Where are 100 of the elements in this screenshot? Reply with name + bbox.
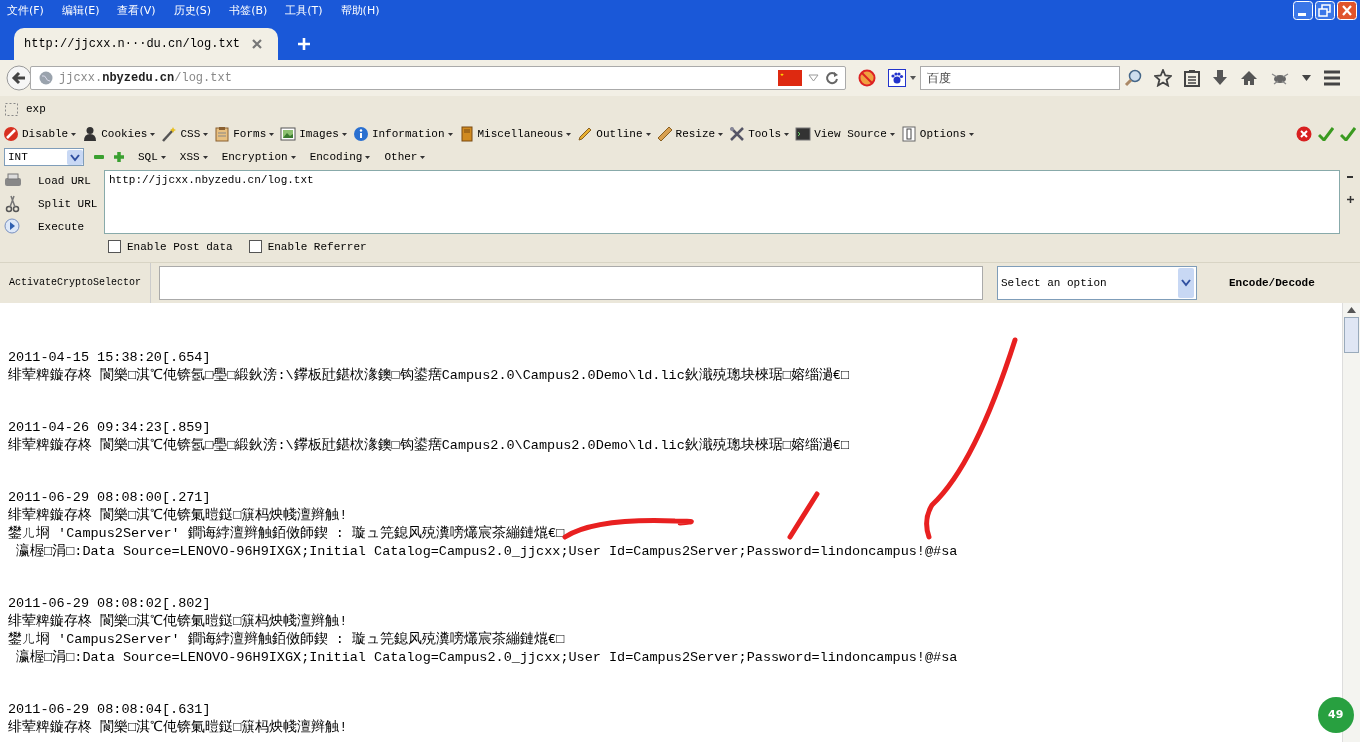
minimize-button[interactable] [1293, 0, 1313, 20]
log-line: 瀛楃□涓□:Data Source=LENOVO-96H9IXGX;Initial Catalog=Campus2.0_jjcxx;User Id=Campus2Server;Password=lindoncampus!@#sa [15, 543, 958, 561]
check-icon[interactable] [1340, 127, 1356, 141]
reload-icon[interactable] [825, 71, 839, 85]
caret-icon [447, 132, 453, 136]
log-line: 绯荤粺鏇存柊 閬樂□淇℃伅锛氭暟鎹□簱杩炴帴澶辫触! [8, 719, 348, 737]
flag-icon [778, 70, 802, 86]
wand-icon [161, 126, 178, 142]
address-bar[interactable]: jjcxx.nbyzedu.cn/log.txt [30, 66, 846, 90]
toolbar-menu[interactable]: View Source [795, 126, 895, 142]
caret-icon [290, 155, 296, 159]
option-select[interactable]: Select an option [997, 266, 1197, 300]
no-entry-icon [3, 126, 19, 142]
menu-item[interactable]: 书签(B) [229, 2, 268, 18]
caret-icon [784, 132, 790, 136]
action-button[interactable]: Load URL [28, 175, 91, 187]
caret-icon [566, 132, 572, 136]
scroll-thumb[interactable] [1344, 317, 1359, 353]
toolbar-menu[interactable]: Encoding [309, 151, 371, 163]
caret-icon [910, 76, 916, 80]
log-timestamp: 2011-06-29 08:08:02[.802] [8, 595, 211, 613]
browser-tab[interactable]: http://jjcxx.n···du.cn/log.txt [14, 28, 279, 60]
dropdown-icon [1178, 268, 1194, 298]
terminal-icon [795, 126, 812, 142]
scroll-up-icon [1347, 307, 1356, 313]
menu-item[interactable]: 历史(S) [173, 2, 212, 18]
toolbar-menu[interactable]: Outline [577, 126, 651, 142]
toolbar-menu[interactable]: CSS [161, 126, 209, 142]
bug-icon[interactable] [1270, 71, 1290, 85]
pencil-icon [577, 126, 594, 142]
download-icon[interactable] [1212, 69, 1228, 87]
caret-icon [889, 132, 895, 136]
menu-item[interactable]: 文件(F) [7, 2, 44, 18]
paw-icon[interactable] [888, 69, 906, 87]
new-tab-icon[interactable] [298, 38, 311, 50]
reading-list-icon[interactable] [1184, 69, 1200, 87]
toolbar-menu[interactable]: Information [352, 126, 453, 142]
caret-icon [71, 132, 77, 136]
encode-button[interactable]: Encode/Decode [1229, 277, 1315, 289]
log-timestamp: 2011-06-29 08:08:00[.271] [8, 489, 211, 507]
checkbox-label: Enable Post data [127, 240, 233, 253]
toolbar-menu[interactable]: Resize [656, 126, 724, 142]
blocked-icon[interactable] [858, 69, 876, 87]
type-select[interactable]: INT [4, 148, 84, 166]
toolbar-menu[interactable]: Encryption [221, 151, 296, 163]
action-button[interactable]: Execute [28, 221, 85, 233]
menu-item[interactable]: 工具(T) [285, 2, 323, 18]
menu-icon[interactable] [1323, 70, 1341, 86]
toolbar-menu[interactable]: Options [900, 126, 974, 142]
toolbar-menu[interactable]: Forms [214, 126, 275, 142]
toolbar-menu[interactable]: Tools [729, 126, 790, 142]
close-icon[interactable] [1296, 126, 1312, 142]
toolbar-menu[interactable]: Disable [3, 126, 77, 142]
url-field[interactable]: http://jjcxx.nbyzedu.cn/log.txt [104, 170, 1340, 234]
book-icon [458, 126, 475, 142]
action-button[interactable]: Split URL [28, 198, 98, 210]
menu-item[interactable]: 帮助(H) [340, 2, 380, 18]
close-icon[interactable] [252, 39, 263, 49]
ruler-icon [656, 126, 673, 142]
search-icon[interactable] [1124, 69, 1142, 87]
log-line: 瀛楃□涓□:Data Source=LENOVO-96H9IXGX;Initial Catalog=Campus2.0_jjcxx;User Id=Campus2Server;Password=lindoncampus!@#sa [15, 649, 958, 667]
checkbox[interactable] [248, 240, 262, 253]
caret-icon [150, 132, 156, 136]
dropdown-icon[interactable] [1302, 75, 1311, 81]
caret-icon [969, 132, 974, 136]
bookmark-icon [5, 102, 18, 116]
globe-icon [39, 71, 53, 85]
toolbar-menu[interactable]: SQL [138, 151, 166, 163]
caret-icon [202, 155, 208, 159]
scrollbar[interactable] [1342, 303, 1360, 742]
clipboard-icon [214, 126, 231, 142]
caret-icon [269, 132, 275, 136]
restore-button[interactable] [1315, 0, 1335, 20]
star-icon[interactable] [1154, 69, 1172, 87]
caret-icon [160, 155, 166, 159]
menu-item[interactable]: 编辑(E) [61, 2, 100, 18]
checkbox[interactable] [108, 240, 121, 253]
options-icon [900, 126, 917, 142]
log-timestamp: 2011-04-26 09:34:23[.859] [8, 419, 211, 437]
image-icon [280, 126, 297, 142]
log-timestamp: 2011-06-29 08:08:04[.631] [8, 701, 211, 719]
caret-icon [341, 132, 347, 136]
close-button[interactable] [1337, 0, 1357, 20]
toolbar-menu[interactable]: Images [280, 126, 347, 142]
info-icon [352, 126, 369, 142]
toolbar-menu[interactable]: XSS [179, 151, 208, 163]
toolbar-menu[interactable]: Miscellaneous [458, 126, 572, 142]
check-icon[interactable] [1318, 127, 1334, 141]
back-button[interactable] [6, 65, 32, 91]
counter-badge: 49 [1318, 697, 1354, 733]
bookmark-link[interactable]: exp [26, 103, 46, 115]
plus-icon[interactable] [1346, 196, 1354, 203]
toolbar-menu[interactable]: Cookies [82, 126, 156, 142]
home-icon[interactable] [1240, 70, 1258, 86]
menu-item[interactable]: 查看(V) [117, 2, 156, 18]
toolbar-menu[interactable]: Other [384, 151, 426, 163]
caret-icon [203, 132, 209, 136]
search-field[interactable]: 百度 [920, 66, 1120, 90]
log-line: 绯荤粺鏇存柊 閬樂□淇℃伅锛氭暟鎹□簱杩炴帴澶辫触! [8, 507, 348, 525]
crypto-field[interactable] [159, 266, 983, 300]
